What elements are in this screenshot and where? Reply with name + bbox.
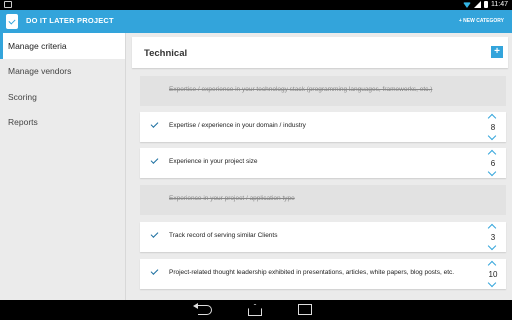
battery-icon xyxy=(484,1,488,8)
chevron-down-icon[interactable] xyxy=(487,241,497,251)
criterion-row[interactable]: Experience in your project / application… xyxy=(140,185,506,215)
sidebar-item-scoring[interactable]: Scoring xyxy=(0,84,125,110)
sidebar-item-manage-vendors[interactable]: Manage vendors xyxy=(0,59,125,85)
check-icon[interactable] xyxy=(150,156,159,164)
sidebar-item-label: Manage criteria xyxy=(8,40,67,51)
weight-stepper: 6 xyxy=(486,149,500,177)
sidebar: Manage criteria Manage vendors Scoring R… xyxy=(0,33,126,300)
wifi-icon xyxy=(463,2,471,8)
add-criterion-button[interactable]: + xyxy=(491,46,503,58)
criteria-panel: Technical + Expertise / experience in yo… xyxy=(132,33,508,300)
chevron-up-icon[interactable] xyxy=(487,113,497,123)
criterion-text: Expertise / experience in your domain / … xyxy=(169,122,306,129)
home-icon[interactable] xyxy=(248,304,262,316)
weight-value: 6 xyxy=(490,159,496,168)
status-indicators: 11:47 xyxy=(463,1,508,8)
weight-stepper: 8 xyxy=(486,113,500,141)
criterion-text: Project-related thought leadership exhib… xyxy=(169,269,455,276)
criterion-text: Experience in your project size xyxy=(169,158,258,165)
sidebar-item-manage-criteria[interactable]: Manage criteria xyxy=(0,33,125,59)
chevron-down-icon[interactable] xyxy=(487,167,497,177)
sidebar-item-label: Scoring xyxy=(8,91,37,102)
criterion-text: Track record of serving similar Clients xyxy=(169,232,278,239)
clipboard-check-icon[interactable] xyxy=(6,14,18,29)
chevron-down-icon[interactable] xyxy=(487,278,497,288)
criterion-row[interactable]: Expertise / experience in your domain / … xyxy=(140,112,506,142)
weight-value: 3 xyxy=(490,233,496,242)
weight-stepper: 3 xyxy=(486,223,500,251)
criterion-row[interactable]: Project-related thought leadership exhib… xyxy=(140,259,506,289)
status-bar: 11:47 xyxy=(0,0,512,10)
criterion-text: Expertise / experience in your technolog… xyxy=(169,86,433,93)
notification-icon xyxy=(4,1,12,8)
weight-value: 10 xyxy=(488,270,498,279)
criterion-row[interactable]: Track record of serving similar Clients … xyxy=(140,222,506,252)
sidebar-item-label: Reports xyxy=(8,117,38,128)
sidebar-item-label: Manage vendors xyxy=(8,66,72,77)
weight-value: 8 xyxy=(490,123,496,132)
chevron-down-icon[interactable] xyxy=(487,131,497,141)
app-title: DO IT LATER PROJECT xyxy=(26,16,114,25)
category-title: Technical xyxy=(144,48,188,59)
sidebar-item-reports[interactable]: Reports xyxy=(0,110,125,136)
criterion-row[interactable]: Expertise / experience in your technolog… xyxy=(140,76,506,106)
chevron-up-icon[interactable] xyxy=(487,223,497,233)
chevron-up-icon[interactable] xyxy=(487,260,497,270)
check-icon[interactable] xyxy=(150,267,159,275)
check-icon[interactable] xyxy=(150,120,159,128)
criterion-row[interactable]: Experience in your project size 6 xyxy=(140,148,506,178)
check-icon[interactable] xyxy=(150,230,159,238)
navigation-bar xyxy=(0,300,512,320)
back-icon[interactable] xyxy=(193,303,212,315)
category-header: Technical + xyxy=(132,37,508,68)
recent-apps-icon[interactable] xyxy=(298,304,312,315)
status-time: 11:47 xyxy=(491,1,508,8)
chevron-up-icon[interactable] xyxy=(487,149,497,159)
criterion-text: Experience in your project / application… xyxy=(169,195,295,202)
weight-stepper: 10 xyxy=(486,260,500,288)
signal-icon xyxy=(474,1,481,8)
new-category-button[interactable]: + NEW CATEGORY xyxy=(459,18,504,24)
app-bar: DO IT LATER PROJECT + NEW CATEGORY xyxy=(0,10,512,33)
